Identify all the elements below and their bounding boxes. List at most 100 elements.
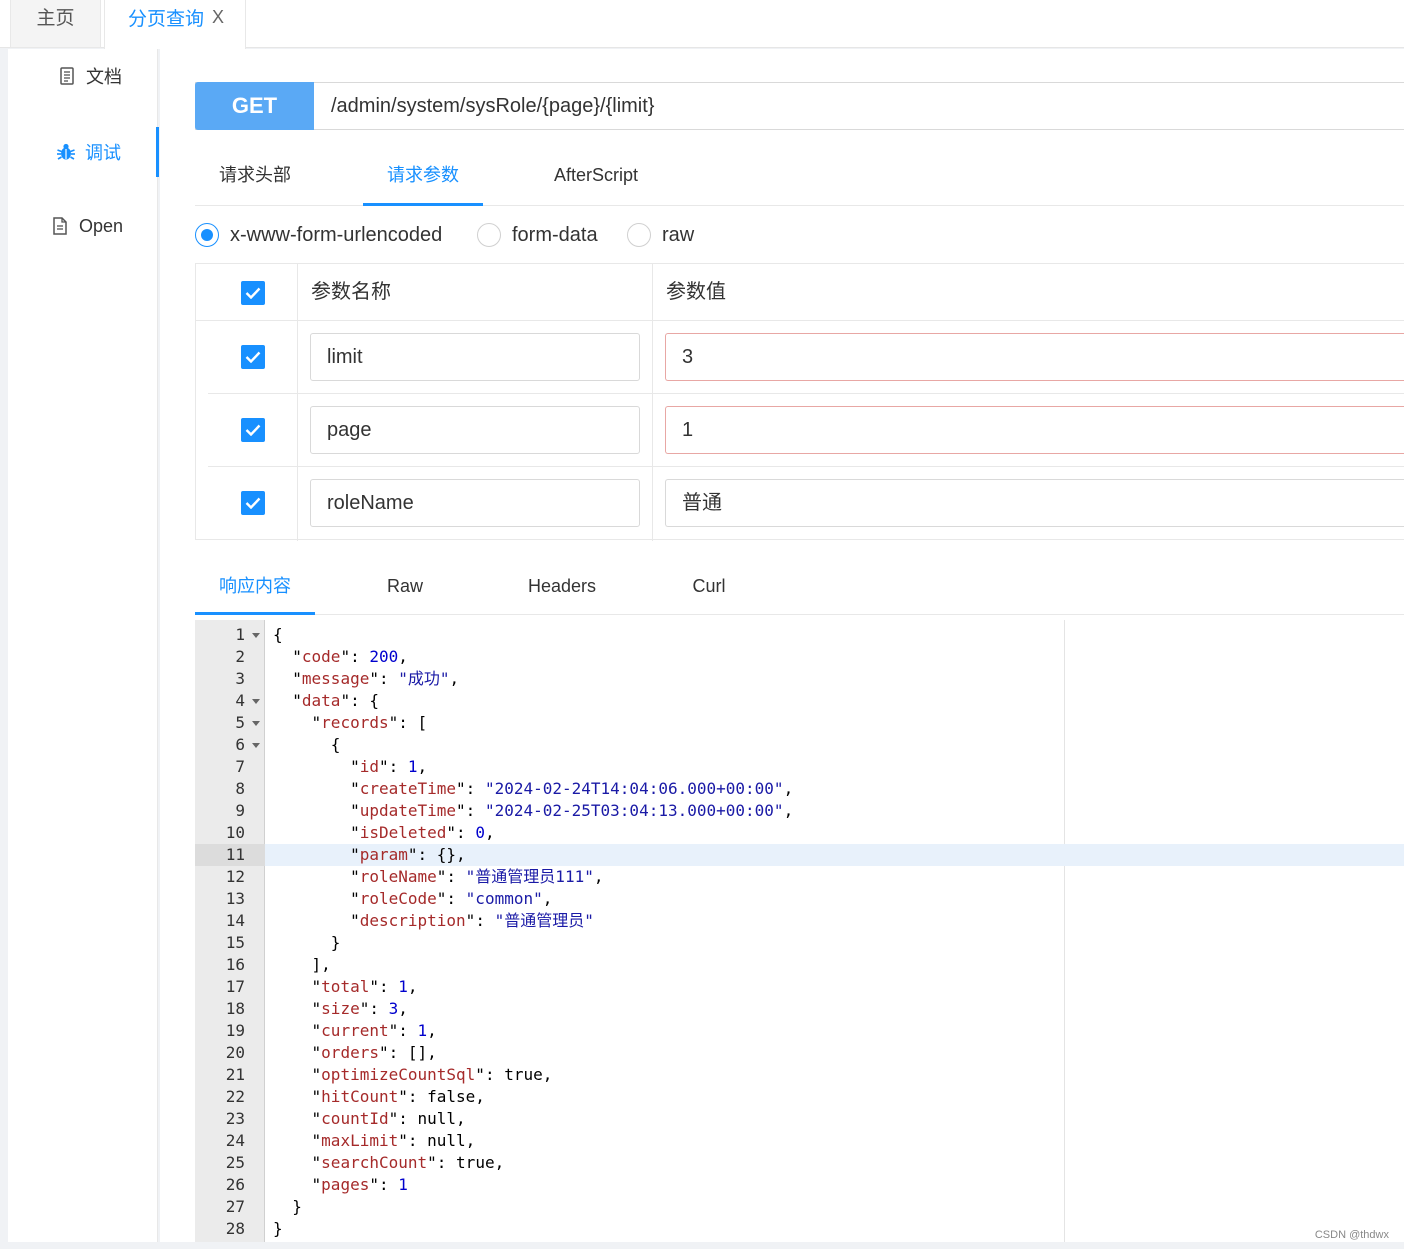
row-checkbox[interactable] [241,345,265,369]
nav-item-doc[interactable]: 文档 [8,51,158,101]
radio-label: raw [662,223,695,246]
line-number: 18 [225,999,245,1018]
nav-item-doc-label: 文档 [86,67,122,87]
param-name-input[interactable]: roleName [310,479,640,527]
code-line: 3 message: "成功", [195,668,1404,690]
fold-arrow-icon[interactable] [251,712,261,734]
url-input[interactable]: /admin/system/sysRole/{page}/{limit} [331,83,655,129]
code-line: 26 pages: 1 [195,1174,1404,1196]
nav-item-debug[interactable]: 调试 [8,127,159,177]
line-number: 27 [225,1197,245,1216]
line-number: 24 [225,1131,245,1150]
tab-response-curl[interactable]: Curl [669,557,749,615]
tab-request-headers[interactable]: 请求头部 [195,141,315,206]
code-line: 12 roleName: "普通管理员111", [195,866,1404,888]
code-text: hitCount: false, [273,1086,485,1108]
line-number: 19 [225,1021,245,1040]
send-request-button[interactable]: GET [195,82,314,130]
radio-checked-icon [195,223,219,247]
code-text: current: 1, [273,1020,437,1042]
line-number: 22 [225,1087,245,1106]
tab-page-query-label: 分页查询 [128,9,205,30]
code-text: message: "成功", [273,668,459,690]
tab-response-headers[interactable]: Headers [507,557,617,615]
params-table: 参数名称 参数值 limit 3 page 1 roleName 普通 [195,263,1404,541]
http-method: GET [231,93,278,118]
code-line: 24 maxLimit: null, [195,1130,1404,1152]
nav-item-open[interactable]: Open [8,201,158,251]
code-line: 28} [195,1218,1404,1240]
param-value-input[interactable]: 1 [665,406,1404,454]
fold-arrow-icon[interactable] [251,734,261,756]
line-number: 28 [225,1219,245,1238]
code-line: 2 code: 200, [195,646,1404,668]
code-line: 21 optimizeCountSql: true, [195,1064,1404,1086]
code-text: records: [ [273,712,428,734]
line-number: 15 [225,933,245,952]
code-line: 9 updateTime: "2024-02-25T03:04:13.000+0… [195,800,1404,822]
tab-request-params[interactable]: 请求参数 [363,141,483,206]
nav-item-debug-label: 调试 [85,143,121,163]
code-text: description: "普通管理员" [273,910,594,932]
code-text: ], [273,955,331,974]
watermark: CSDN @thdwx [1314,1229,1389,1241]
code-line: 6 { [195,734,1404,756]
radio-unchecked-icon [477,223,501,247]
row-checkbox[interactable] [241,418,265,442]
response-tabs: 响应内容 Raw Headers Curl [195,557,1404,615]
select-all-checkbox[interactable] [241,281,265,305]
code-text: pages: 1 [273,1174,408,1196]
table-row: page 1 [208,394,1404,467]
code-text: } [273,1197,302,1216]
line-number: 3 [235,669,245,688]
code-text: searchCount: true, [273,1152,505,1174]
code-line: 5 records: [ [195,712,1404,734]
code-text: orders: [], [273,1042,437,1064]
response-code-editor[interactable]: 1{2 code: 200,3 message: "成功",4 data: {5… [195,620,1404,1242]
line-number: 8 [235,779,245,798]
left-nav: 文档 调试 Open [8,49,159,1242]
code-text: createTime: "2024-02-24T14:04:06.000+00:… [273,778,793,800]
param-name-input[interactable]: page [310,406,640,454]
param-value-input[interactable]: 普通 [665,479,1404,527]
row-checkbox[interactable] [241,491,265,515]
tab-home[interactable]: 主页 [10,0,101,48]
bug-icon [55,141,77,163]
line-number: 17 [225,977,245,996]
tab-response-content[interactable]: 响应内容 [195,557,315,615]
code-text: { [273,625,283,644]
tab-response-raw[interactable]: Raw [365,557,445,615]
param-name-header: 参数名称 [311,281,391,303]
code-line: 15 } [195,932,1404,954]
line-number: 25 [225,1153,245,1172]
param-name-input[interactable]: limit [310,333,640,381]
line-number: 23 [225,1109,245,1128]
code-line: 18 size: 3, [195,998,1404,1020]
code-line: 4 data: { [195,690,1404,712]
code-text: maxLimit: null, [273,1130,476,1152]
code-text: countId: null, [273,1108,466,1130]
radio-raw[interactable]: raw [627,223,694,247]
fold-arrow-icon[interactable] [251,690,261,712]
radio-x-www-form-urlencoded[interactable]: x-www-form-urlencoded [195,223,442,247]
line-number: 13 [225,889,245,908]
line-number: 14 [225,911,245,930]
code-text: } [273,933,341,952]
code-text: param: {}, [273,844,466,866]
nav-item-open-label: Open [79,215,124,236]
close-icon[interactable]: X [212,7,224,28]
param-value-header: 参数值 [666,281,726,303]
tab-page-query[interactable]: 分页查询 X [104,0,246,49]
line-number: 26 [225,1175,245,1194]
code-line: 23 countId: null, [195,1108,1404,1130]
tab-after-script[interactable]: AfterScript [536,141,656,206]
param-value-input[interactable]: 3 [665,333,1404,381]
fold-arrow-icon[interactable] [251,624,261,646]
code-text: data: { [273,690,379,712]
line-number: 20 [225,1043,245,1062]
radio-unchecked-icon [627,223,651,247]
code-text: total: 1, [273,976,418,998]
code-line: 11 param: {}, [195,844,1404,866]
line-number: 9 [235,801,245,820]
radio-form-data[interactable]: form-data [477,223,598,247]
